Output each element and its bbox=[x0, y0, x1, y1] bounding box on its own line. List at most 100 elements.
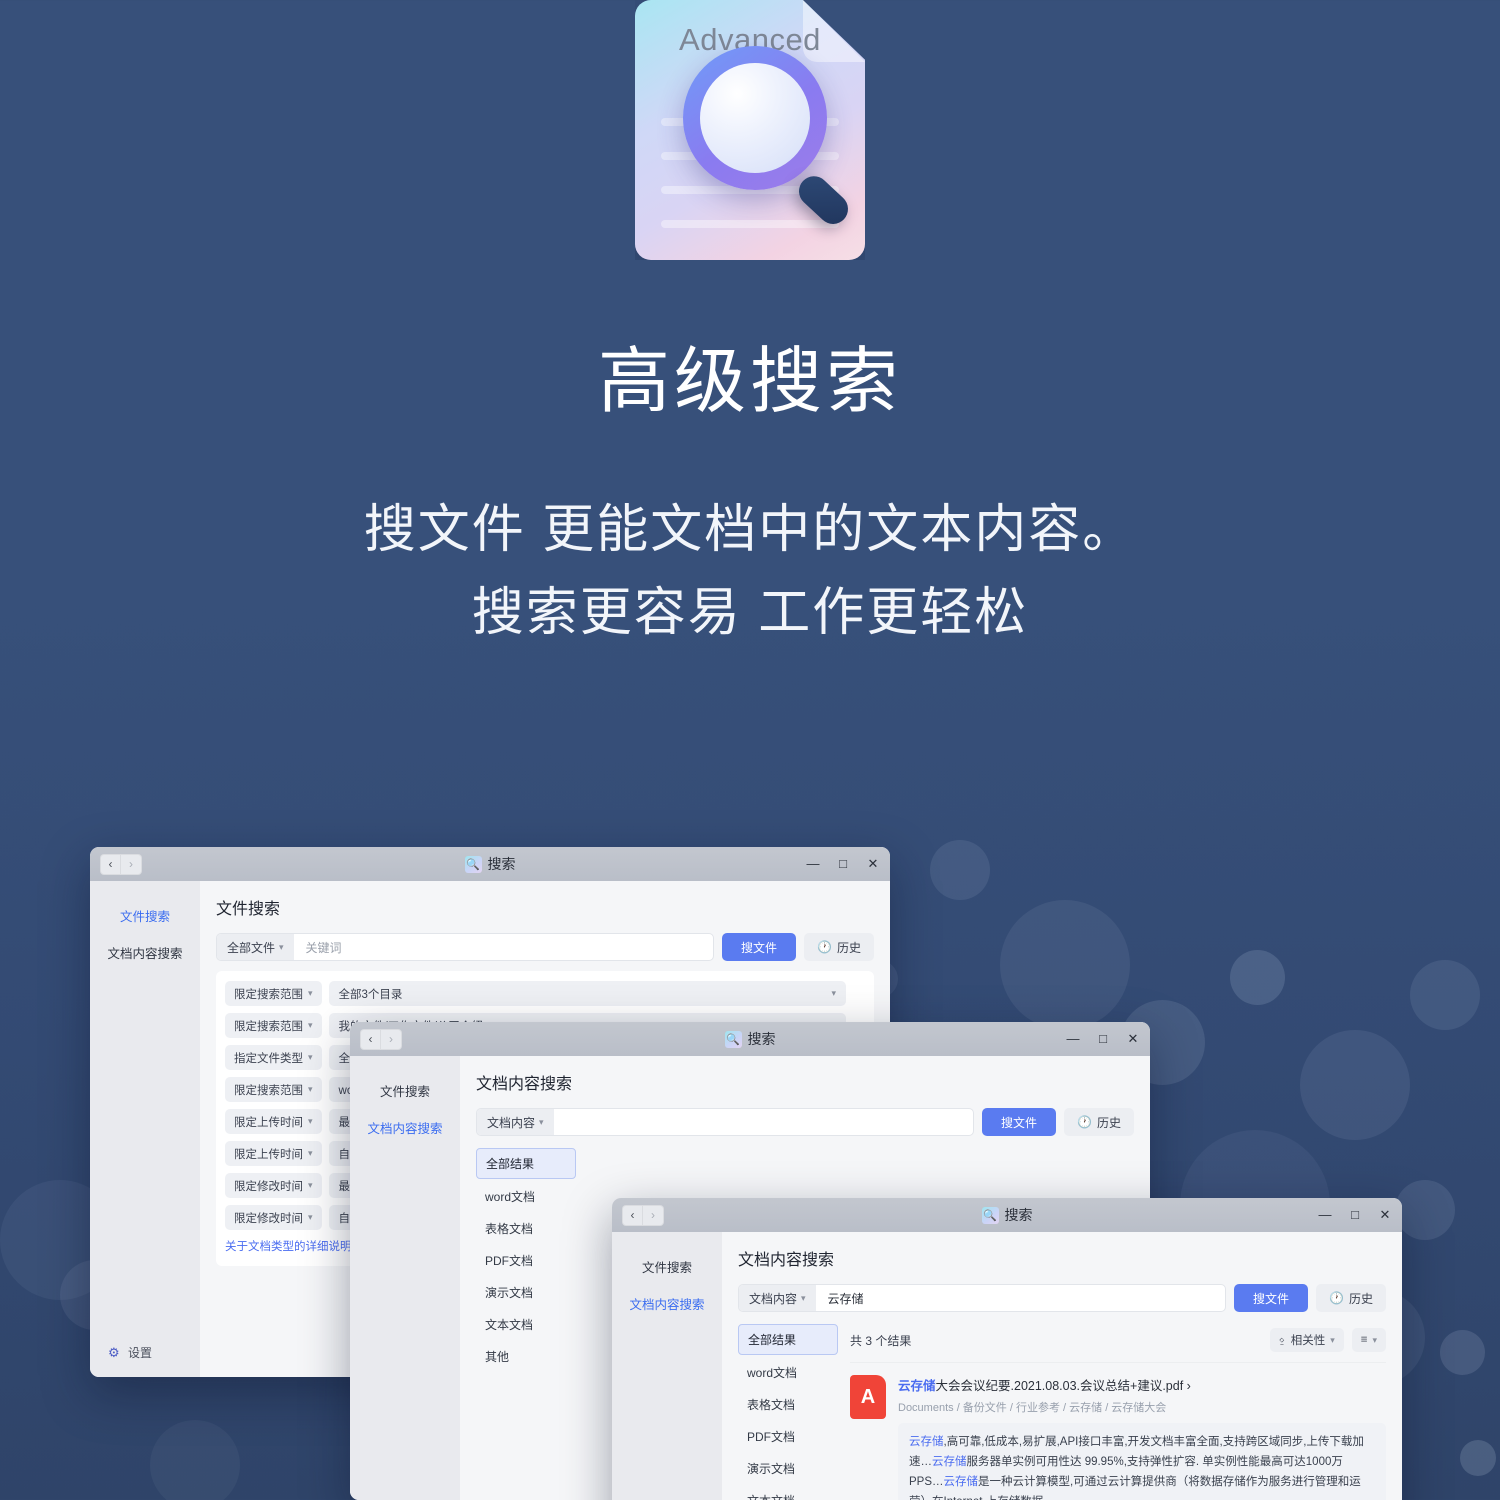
filter-value-label: 全部3个目录 bbox=[338, 988, 403, 1001]
sidebar-item-content-search[interactable]: 文档内容搜索 bbox=[612, 1285, 722, 1322]
maximize-icon[interactable]: □ bbox=[1096, 1032, 1110, 1046]
category-item-text[interactable]: 文本文档 bbox=[476, 1310, 576, 1339]
filter-key[interactable]: 限定修改时间 ▾ bbox=[225, 1205, 322, 1230]
search-input[interactable]: 云存储 bbox=[816, 1290, 1225, 1307]
filter-row[interactable]: 限定搜索范围 ▾ 全部3个目录 ▾ bbox=[225, 981, 865, 1006]
chevron-down-icon: ▾ bbox=[308, 1084, 313, 1094]
chevron-right-icon: › bbox=[1186, 1379, 1191, 1393]
chevron-down-icon: ▾ bbox=[308, 1180, 313, 1190]
result-item-pdf[interactable]: A 云存储大会会议纪要.2021.08.03.会议总结+建议.pdf › Doc… bbox=[850, 1362, 1386, 1500]
list-view-icon: ≡ bbox=[1360, 1334, 1368, 1346]
sidebar-item-content-search[interactable]: 文档内容搜索 bbox=[90, 934, 200, 971]
history-button[interactable]: 🕐 历史 bbox=[1064, 1108, 1134, 1136]
category-item-slides[interactable]: 演示文档 bbox=[738, 1454, 838, 1483]
filter-key[interactable]: 限定搜索范围 ▾ bbox=[225, 1077, 322, 1102]
chevron-down-icon: ▾ bbox=[308, 1212, 313, 1222]
close-icon[interactable]: ✕ bbox=[1126, 1032, 1140, 1046]
scope-dropdown[interactable]: 文档内容 ▾ bbox=[739, 1285, 816, 1311]
snippet-highlight: 云存储 bbox=[909, 1436, 944, 1448]
search-button[interactable]: 搜文件 bbox=[1234, 1284, 1309, 1312]
sort-dropdown[interactable]: ⍚ 相关性 ▾ bbox=[1269, 1328, 1344, 1352]
back-icon[interactable]: ‹ bbox=[622, 1204, 643, 1226]
sidebar-item-file-search[interactable]: 文件搜索 bbox=[350, 1072, 460, 1109]
results-row: 全部结果 word文档 表格文档 PDF文档 演示文档 文本文档 其他 共 3 … bbox=[738, 1324, 1386, 1500]
category-item-pdf[interactable]: PDF文档 bbox=[738, 1422, 838, 1451]
scope-label: 文档内容 bbox=[749, 1291, 798, 1306]
results-panel: 共 3 个结果 ⍚ 相关性 ▾ ≡ ▾ A 云存储大会会议纪要.2021.08.… bbox=[850, 1324, 1386, 1500]
history-button[interactable]: 🕐 历史 bbox=[1316, 1284, 1386, 1312]
window-content-search-results[interactable]: ‹ › 🔍 搜索 — □ ✕ 文件搜索 文档内容搜索 文档内容搜索 文档内容 ▾ bbox=[612, 1198, 1402, 1500]
view-mode-dropdown[interactable]: ≡ ▾ bbox=[1351, 1328, 1386, 1352]
category-item-word[interactable]: word文档 bbox=[738, 1358, 838, 1387]
chevron-down-icon: ▾ bbox=[308, 1052, 313, 1062]
snippet-highlight: 云存储 bbox=[943, 1476, 979, 1489]
filter-value[interactable]: 全部3个目录 ▾ bbox=[328, 981, 846, 1006]
chevron-down-icon: ▾ bbox=[539, 1116, 544, 1127]
category-item-pdf[interactable]: PDF文档 bbox=[476, 1246, 576, 1275]
titlebar: ‹ › 🔍 搜索 — □ ✕ bbox=[350, 1022, 1150, 1056]
window-controls[interactable]: — □ ✕ bbox=[1318, 1208, 1392, 1222]
scope-label: 全部文件 bbox=[227, 940, 276, 955]
sort-icon: ⍚ bbox=[1278, 1333, 1286, 1346]
scope-dropdown[interactable]: 全部文件 ▾ bbox=[217, 934, 294, 960]
filter-key[interactable]: 指定文件类型 ▾ bbox=[225, 1045, 322, 1070]
category-item-text[interactable]: 文本文档 bbox=[738, 1486, 838, 1500]
scope-dropdown[interactable]: 文档内容 ▾ bbox=[477, 1109, 554, 1135]
sidebar: 文件搜索 文档内容搜索 ⚙ 设置 bbox=[90, 881, 200, 1377]
search-button[interactable]: 搜文件 bbox=[982, 1108, 1057, 1136]
history-button[interactable]: 🕐 历史 bbox=[804, 933, 874, 961]
filter-key-label: 限定上传时间 bbox=[234, 1148, 303, 1161]
sidebar-item-content-search[interactable]: 文档内容搜索 bbox=[350, 1109, 460, 1146]
settings-button[interactable]: ⚙ 设置 bbox=[90, 1344, 200, 1377]
category-item-all[interactable]: 全部结果 bbox=[476, 1148, 576, 1179]
search-field[interactable]: 全部文件 ▾ 关键词 bbox=[216, 933, 715, 961]
forward-icon[interactable]: › bbox=[121, 853, 142, 875]
close-icon[interactable]: ✕ bbox=[866, 857, 880, 871]
sidebar-item-file-search[interactable]: 文件搜索 bbox=[612, 1248, 722, 1285]
search-button[interactable]: 搜文件 bbox=[722, 933, 797, 961]
close-icon[interactable]: ✕ bbox=[1378, 1208, 1392, 1222]
minimize-icon[interactable]: — bbox=[1066, 1032, 1080, 1046]
result-count: 共 3 个结果 bbox=[850, 1333, 912, 1348]
history-label: 历史 bbox=[1348, 1291, 1373, 1306]
category-item-other[interactable]: 其他 bbox=[476, 1342, 576, 1371]
advanced-search-doc-icon: Advanced bbox=[635, 0, 865, 260]
nav-buttons[interactable]: ‹ › bbox=[622, 1204, 664, 1226]
minimize-icon[interactable]: — bbox=[806, 857, 820, 871]
search-field[interactable]: 文档内容 ▾ 云存储 bbox=[738, 1284, 1227, 1312]
filter-key-label: 限定搜索范围 bbox=[234, 1020, 303, 1033]
titlebar: ‹ › 🔍 搜索 — □ ✕ bbox=[612, 1198, 1402, 1232]
result-title[interactable]: 云存储大会会议纪要.2021.08.03.会议总结+建议.pdf › bbox=[898, 1375, 1386, 1394]
window-controls[interactable]: — □ ✕ bbox=[806, 857, 880, 871]
forward-icon[interactable]: › bbox=[381, 1028, 402, 1050]
back-icon[interactable]: ‹ bbox=[360, 1028, 381, 1050]
nav-buttons[interactable]: ‹ › bbox=[360, 1028, 402, 1050]
filter-key-label: 限定搜索范围 bbox=[234, 988, 303, 1001]
filter-key[interactable]: 限定搜索范围 ▾ bbox=[225, 981, 322, 1006]
clock-icon: 🕐 bbox=[1329, 1291, 1344, 1305]
window-controls[interactable]: — □ ✕ bbox=[1066, 1032, 1140, 1046]
category-item-sheet[interactable]: 表格文档 bbox=[738, 1390, 838, 1419]
maximize-icon[interactable]: □ bbox=[1348, 1208, 1362, 1222]
category-list: 全部结果 word文档 表格文档 PDF文档 演示文档 文本文档 其他 bbox=[476, 1148, 576, 1474]
category-item-word[interactable]: word文档 bbox=[476, 1182, 576, 1211]
filter-key[interactable]: 限定搜索范围 ▾ bbox=[225, 1013, 322, 1038]
filter-key[interactable]: 限定上传时间 ▾ bbox=[225, 1109, 322, 1134]
chevron-down-icon: ▾ bbox=[308, 1020, 313, 1030]
section-title: 文档内容搜索 bbox=[476, 1076, 573, 1093]
filter-key[interactable]: 限定修改时间 ▾ bbox=[225, 1173, 322, 1198]
filter-key[interactable]: 限定上传时间 ▾ bbox=[225, 1141, 322, 1166]
minimize-icon[interactable]: — bbox=[1318, 1208, 1332, 1222]
search-field[interactable]: 文档内容 ▾ bbox=[476, 1108, 975, 1136]
window-title-text: 搜索 bbox=[1004, 1207, 1033, 1223]
category-item-sheet[interactable]: 表格文档 bbox=[476, 1214, 576, 1243]
category-item-all[interactable]: 全部结果 bbox=[738, 1324, 838, 1355]
forward-icon[interactable]: › bbox=[643, 1204, 664, 1226]
sidebar-item-file-search[interactable]: 文件搜索 bbox=[90, 897, 200, 934]
back-icon[interactable]: ‹ bbox=[100, 853, 121, 875]
chevron-down-icon: ▾ bbox=[308, 988, 313, 998]
maximize-icon[interactable]: □ bbox=[836, 857, 850, 871]
search-input[interactable]: 关键词 bbox=[294, 939, 713, 956]
nav-buttons[interactable]: ‹ › bbox=[100, 853, 142, 875]
category-item-slides[interactable]: 演示文档 bbox=[476, 1278, 576, 1307]
